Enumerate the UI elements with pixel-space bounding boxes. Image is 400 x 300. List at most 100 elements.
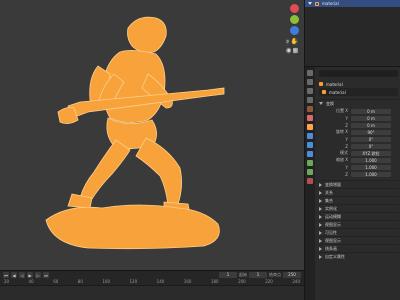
ruler-tick: 240 — [292, 279, 300, 284]
property-row: Y0 m — [319, 115, 398, 121]
property-label: Z — [345, 122, 348, 128]
property-value-field[interactable]: 0° — [351, 143, 391, 149]
property-value-field[interactable]: 0 m — [351, 108, 391, 114]
expand-icon[interactable] — [319, 238, 322, 243]
property-value-field[interactable]: 90° — [351, 129, 391, 135]
outliner-item-label: material — [322, 1, 339, 6]
section-collapsed[interactable]: 实例化 — [319, 204, 398, 212]
properties-editor[interactable]: material material 变换 位置 X0 mY0 mZ0 m 旋转 X… — [304, 66, 400, 300]
property-value-field[interactable]: 1.000 — [351, 164, 391, 170]
property-value-field[interactable]: 1.000 — [351, 157, 391, 163]
world-tab-icon[interactable] — [307, 115, 313, 121]
outliner-item-material[interactable]: material — [305, 0, 400, 7]
property-value-field[interactable]: 0° — [351, 136, 391, 142]
prev-keyframe-icon[interactable]: ◀ — [11, 272, 17, 278]
ruler-tick: 20 — [4, 279, 10, 284]
y-axis-icon[interactable] — [289, 15, 299, 24]
property-value-field[interactable]: 1.000 — [351, 171, 391, 177]
section-collapsed[interactable]: 变换增量 — [319, 180, 398, 188]
camera-icon[interactable]: ◉ — [286, 47, 292, 54]
section-collapsed[interactable]: 集合 — [319, 196, 398, 204]
start-label: 起始 — [239, 272, 247, 277]
section-collapsed[interactable]: 自定义属性 — [319, 252, 398, 260]
expand-icon[interactable] — [319, 198, 322, 203]
outliner[interactable]: material — [304, 0, 400, 66]
expand-icon[interactable] — [319, 206, 322, 211]
ruler-tick: 100 — [102, 279, 111, 284]
start-frame-field[interactable]: 1 — [249, 272, 267, 278]
current-frame-field[interactable]: 1 — [219, 272, 237, 278]
expand-icon[interactable] — [319, 254, 322, 259]
object-name-field[interactable]: material — [319, 88, 398, 96]
section-collapsed[interactable]: 视图显示 — [319, 220, 398, 228]
expand-icon[interactable] — [319, 190, 322, 195]
expand-icon[interactable] — [319, 182, 322, 187]
section-label: 集合 — [325, 197, 333, 203]
end-frame-field[interactable]: 250 — [283, 272, 301, 278]
expand-icon[interactable] — [319, 230, 322, 235]
object-name: material — [326, 81, 343, 87]
transform-fields: 位置 X0 mY0 mZ0 m 旋转 X 90° Y 0° Z 0° 模式 XYZ 欧拉 缩放 X… — [319, 108, 398, 177]
expand-icon[interactable] — [319, 214, 322, 219]
section-label: 运动模糊 — [325, 213, 341, 219]
property-label: Y — [345, 115, 348, 121]
physics-tab-icon[interactable] — [307, 151, 313, 157]
timeline-track-area[interactable] — [0, 286, 304, 300]
x-axis-icon[interactable] — [289, 4, 299, 13]
play-reverse-icon[interactable]: ◁ — [19, 272, 25, 278]
property-row: Y 1.000 — [319, 164, 398, 170]
play-icon[interactable]: ▶ — [27, 272, 33, 278]
section-collapsed[interactable]: 线条画 — [319, 244, 398, 252]
property-label: Z — [345, 143, 348, 149]
expand-icon[interactable] — [319, 246, 322, 251]
expand-icon[interactable] — [308, 2, 312, 5]
next-keyframe-icon[interactable]: ▷ — [35, 272, 41, 278]
property-value-field[interactable]: 0 m — [351, 122, 391, 128]
section-label: 关系 — [325, 189, 333, 195]
data-tab-icon[interactable] — [307, 169, 313, 175]
section-collapsed[interactable]: 视图显示 — [319, 236, 398, 244]
property-label: Z — [345, 171, 348, 177]
property-value-field[interactable]: XYZ 欧拉 — [351, 150, 391, 156]
scene-tab-icon[interactable] — [307, 106, 313, 112]
view-layer-tab-icon[interactable] — [307, 97, 313, 103]
section-collapsed[interactable]: 运动模糊 — [319, 212, 398, 220]
timeline[interactable]: ⏮ ◀ ◁ ▶ ▷ ⏭ 1 起始 1 结束点 250 20 40 60 80 100 12… — [0, 270, 304, 300]
navigation-gizmo[interactable]: ⌕ ✋ ◉ ▦ — [286, 2, 302, 55]
viewport-3d[interactable]: ⌕ ✋ ◉ ▦ — [0, 0, 304, 270]
output-tab-icon[interactable] — [307, 88, 313, 94]
frame-ruler[interactable]: 20 40 60 80 100 120 140 160 180 200 220 240 — [0, 279, 304, 286]
material-tab-icon[interactable] — [307, 178, 313, 184]
jump-end-icon[interactable]: ⏭ — [43, 272, 49, 278]
collapse-icon[interactable] — [319, 102, 323, 105]
ruler-tick: 120 — [129, 279, 138, 284]
zoom-icon[interactable]: ⌕ — [286, 38, 290, 45]
tool-tab-icon[interactable] — [307, 70, 313, 76]
section-collapsed[interactable]: 可见性 — [319, 228, 398, 236]
section-label: 变换增量 — [325, 181, 341, 187]
property-row: Z 0° — [319, 143, 398, 149]
section-label: 可见性 — [325, 229, 337, 235]
modifier-tab-icon[interactable] — [307, 133, 313, 139]
expand-icon[interactable] — [319, 222, 322, 227]
jump-start-icon[interactable]: ⏮ — [3, 272, 9, 278]
render-tab-icon[interactable] — [307, 79, 313, 85]
property-label: 位置 X — [335, 108, 348, 113]
property-row: Y 0° — [319, 136, 398, 142]
playback-controls: ⏮ ◀ ◁ ▶ ▷ ⏭ 1 起始 1 结束点 250 — [0, 271, 304, 279]
property-value-field[interactable]: 0 m — [351, 115, 391, 121]
object-tab-icon[interactable] — [307, 124, 313, 130]
z-axis-icon[interactable] — [289, 26, 299, 35]
grid-icon[interactable]: ▦ — [292, 47, 299, 54]
section-collapsed[interactable]: 关系 — [319, 188, 398, 196]
soldier-wireframe-model[interactable] — [28, 8, 248, 252]
pan-hand-icon[interactable]: ✋ — [290, 38, 299, 45]
section-label: 自定义属性 — [325, 253, 345, 259]
section-transform[interactable]: 变换 — [319, 99, 398, 107]
property-label: 模式 — [340, 150, 348, 155]
properties-search-input[interactable] — [319, 70, 398, 77]
particles-tab-icon[interactable] — [307, 142, 313, 148]
constraints-tab-icon[interactable] — [307, 160, 313, 166]
object-header: material — [319, 80, 398, 88]
property-row: 位置 X0 m — [319, 108, 398, 114]
